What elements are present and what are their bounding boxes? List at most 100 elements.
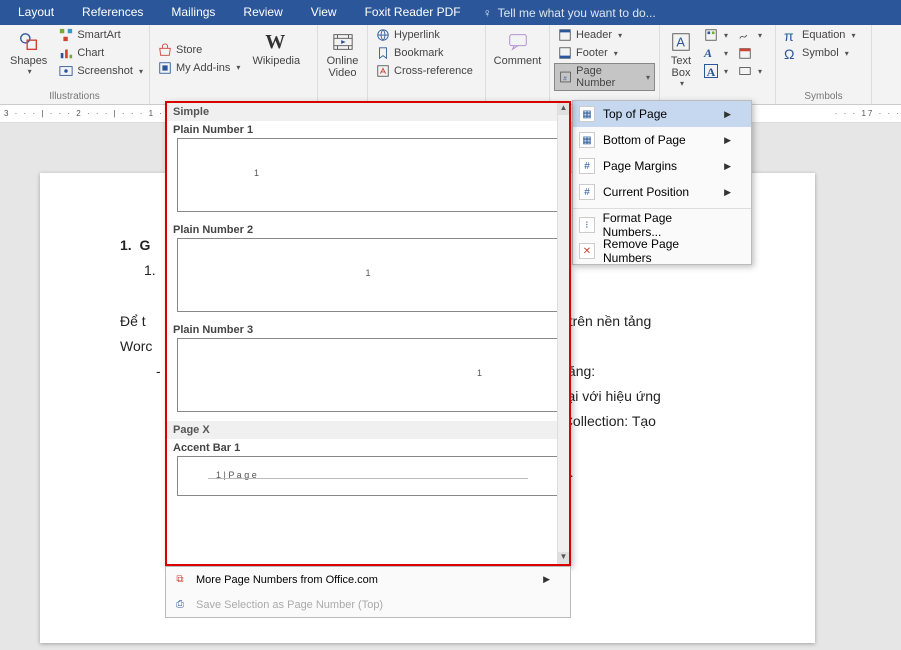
textbox-icon: A: [670, 31, 692, 53]
textbox-button[interactable]: A Text Box ▾: [664, 27, 698, 90]
save-selection-as-page-number: ⎙ Save Selection as Page Number (Top): [166, 592, 570, 617]
group-illustrations: Shapes ▾ SmartArt Chart Screenshot ▾: [0, 25, 150, 104]
tab-review[interactable]: Review: [229, 0, 296, 25]
addins-icon: [158, 61, 172, 75]
wikipedia-icon: W: [265, 31, 287, 53]
wordart-button[interactable]: A▾: [700, 45, 732, 61]
screenshot-button[interactable]: Screenshot ▾: [55, 63, 147, 79]
page-number-gallery: Simple Plain Number 1 1 Plain Number 2 1…: [165, 101, 571, 566]
crossref-icon: [376, 64, 390, 78]
group-label-symbols: Symbols: [776, 91, 871, 102]
office-icon: ⧉: [172, 572, 188, 588]
dropcap-icon: A: [704, 64, 718, 78]
comment-icon: [507, 31, 529, 53]
group-media: Online Video: [318, 25, 368, 104]
more-page-numbers[interactable]: ⧉ More Page Numbers from Office.com ▶: [166, 567, 570, 592]
group-label-illustrations: Illustrations: [0, 91, 149, 102]
svg-text:#: #: [563, 75, 567, 82]
shapes-icon: [18, 31, 40, 53]
preview-plain-3: 1: [177, 338, 559, 412]
screenshot-icon: [59, 64, 73, 78]
group-links: Hyperlink Bookmark Cross-reference: [368, 25, 486, 104]
gallery-category-simple: Simple: [167, 103, 569, 121]
preview-plain-1: 1: [177, 138, 559, 212]
object-icon: [738, 64, 752, 78]
smartart-icon: [59, 28, 73, 42]
group-comments: Comment: [486, 25, 550, 104]
bookmark-button[interactable]: Bookmark: [372, 45, 481, 61]
ribbon: Shapes ▾ SmartArt Chart Screenshot ▾: [0, 25, 901, 105]
header-button[interactable]: Header▾: [554, 27, 655, 43]
group-headerfooter: Header▾ Footer▾ # Page Number▾: [550, 25, 660, 104]
hyperlink-icon: [376, 28, 390, 42]
gallery-plain-number-3[interactable]: Plain Number 3 1: [167, 321, 569, 421]
chevron-right-icon: ▶: [724, 187, 731, 198]
symbol-button[interactable]: Ω Symbol▾: [780, 45, 867, 61]
current-position-icon: #: [579, 184, 595, 200]
chevron-right-icon: ▶: [724, 135, 731, 146]
equation-button[interactable]: π Equation▾: [780, 27, 867, 43]
menu-top-of-page[interactable]: ▦ Top of Page ▶: [573, 101, 751, 127]
wikipedia-button[interactable]: W Wikipedia: [246, 27, 306, 90]
quick-parts-button[interactable]: ▾: [700, 27, 732, 43]
group-text: A Text Box ▾ ▾ A▾ A▾ ▾ ▾: [660, 25, 776, 104]
preview-accent-1: 1 | P a g e: [177, 456, 559, 496]
signature-icon: [738, 28, 752, 42]
tab-mailings[interactable]: Mailings: [157, 0, 229, 25]
ribbon-tabs: Layout References Mailings Review View F…: [0, 0, 901, 25]
quickparts-icon: [704, 28, 718, 42]
scroll-up-icon[interactable]: ▲: [558, 103, 569, 115]
shapes-button[interactable]: Shapes ▾: [4, 27, 53, 90]
video-icon: [332, 31, 354, 53]
menu-bottom-of-page[interactable]: ▦ Bottom of Page ▶: [573, 127, 751, 153]
tab-layout[interactable]: Layout: [4, 0, 68, 25]
datetime-button[interactable]: [734, 45, 766, 61]
menu-format-page-numbers[interactable]: ⁝ Format Page Numbers...: [573, 212, 751, 238]
tell-me-label: Tell me what you want to do...: [498, 6, 656, 20]
svg-text:A: A: [676, 35, 685, 50]
store-button[interactable]: Store: [154, 42, 244, 58]
hyperlink-button[interactable]: Hyperlink: [372, 27, 481, 43]
datetime-icon: [738, 46, 752, 60]
chevron-right-icon: ▶: [724, 161, 731, 172]
header-icon: [558, 28, 572, 42]
smartart-button[interactable]: SmartArt: [55, 27, 147, 43]
tab-view[interactable]: View: [297, 0, 351, 25]
footer-icon: [558, 46, 572, 60]
signature-button[interactable]: ▾: [734, 27, 766, 43]
bottom-of-page-icon: ▦: [579, 132, 595, 148]
top-of-page-icon: ▦: [579, 106, 595, 122]
chevron-right-icon: ▶: [724, 109, 731, 120]
gallery-scrollbar[interactable]: ▲ ▼: [557, 103, 569, 564]
format-icon: ⁝: [579, 217, 595, 233]
page-number-menu: ▦ Top of Page ▶ ▦ Bottom of Page ▶ # Pag…: [572, 100, 752, 265]
menu-remove-page-numbers[interactable]: ✕ Remove Page Numbers: [573, 238, 751, 264]
group-symbols: π Equation▾ Ω Symbol▾ Symbols: [776, 25, 872, 104]
crossref-button[interactable]: Cross-reference: [372, 63, 481, 79]
gallery-accent-bar-1[interactable]: Accent Bar 1 1 | P a g e: [167, 439, 569, 505]
comment-button[interactable]: Comment: [490, 27, 545, 69]
chart-button[interactable]: Chart: [55, 45, 147, 61]
my-addins-button[interactable]: My Add-ins ▾: [154, 60, 244, 76]
menu-page-margins[interactable]: # Page Margins ▶: [573, 153, 751, 179]
page-number-icon: #: [559, 70, 572, 84]
bookmark-icon: [376, 46, 390, 60]
tab-references[interactable]: References: [68, 0, 157, 25]
preview-plain-2: 1: [177, 238, 559, 312]
page-number-button[interactable]: # Page Number▾: [554, 63, 655, 91]
group-addins: Store My Add-ins ▾ W Wikipedia: [150, 25, 318, 104]
gallery-category-pagex: Page X: [167, 421, 569, 439]
online-video-button[interactable]: Online Video: [322, 27, 363, 81]
menu-current-position[interactable]: # Current Position ▶: [573, 179, 751, 205]
save-selection-icon: ⎙: [172, 597, 188, 613]
object-button[interactable]: ▾: [734, 63, 766, 79]
gallery-plain-number-2[interactable]: Plain Number 2 1: [167, 221, 569, 321]
dropcap-button[interactable]: A▾: [700, 63, 732, 79]
remove-icon: ✕: [579, 243, 595, 259]
tell-me-search[interactable]: ♀ Tell me what you want to do...: [483, 6, 656, 20]
gallery-plain-number-1[interactable]: Plain Number 1 1: [167, 121, 569, 221]
scroll-down-icon[interactable]: ▼: [558, 552, 569, 564]
footer-button[interactable]: Footer▾: [554, 45, 655, 61]
tab-foxit[interactable]: Foxit Reader PDF: [351, 0, 475, 25]
chevron-right-icon: ▶: [543, 574, 550, 585]
